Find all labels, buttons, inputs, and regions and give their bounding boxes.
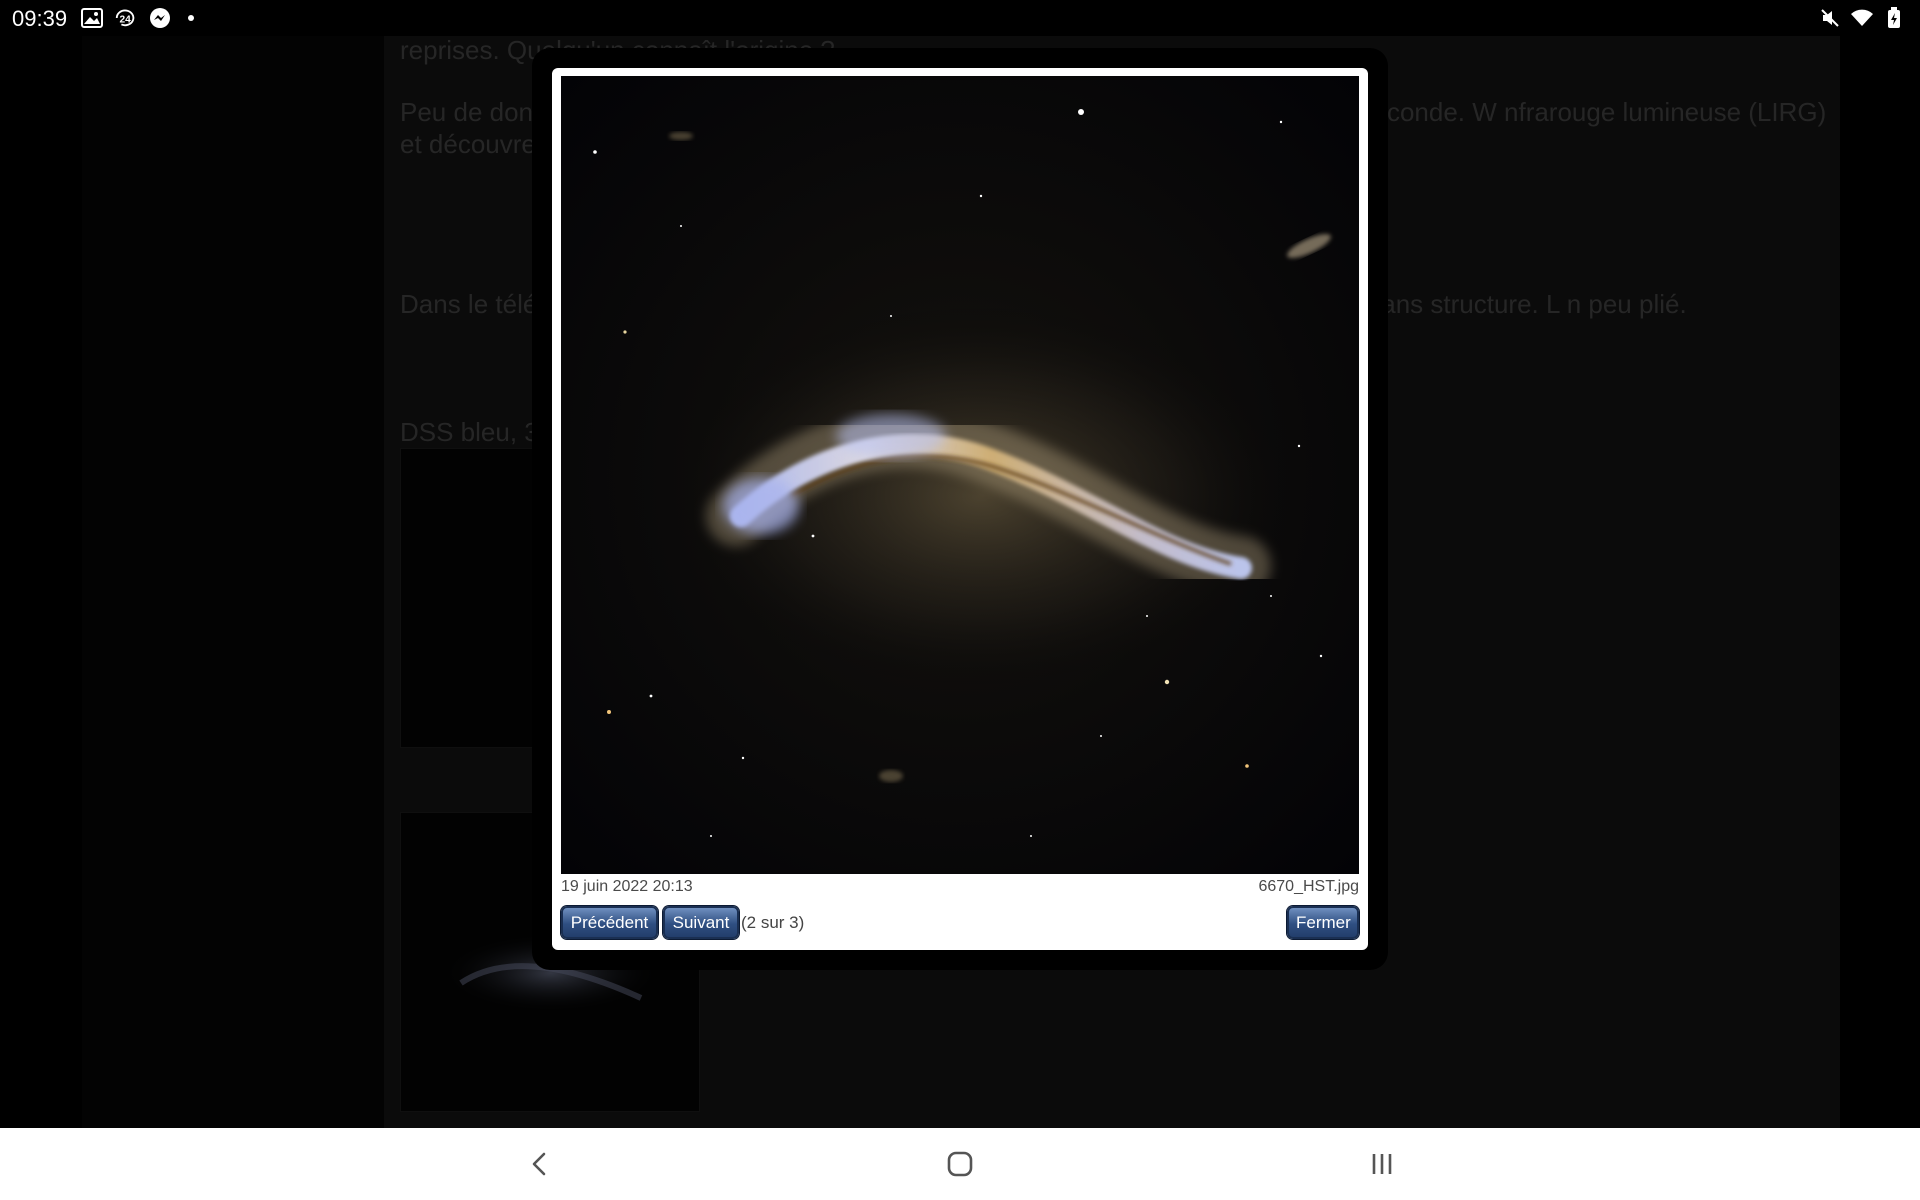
close-button[interactable]: Fermer bbox=[1287, 906, 1359, 939]
mute-icon bbox=[1818, 7, 1842, 29]
image-counter: (2 sur 3) bbox=[741, 913, 805, 932]
lightbox-date: 19 juin 2022 20:13 bbox=[561, 878, 693, 895]
lightbox-filename: 6670_HST.jpg bbox=[1258, 878, 1359, 895]
home-icon[interactable] bbox=[940, 1144, 980, 1184]
lightbox-image[interactable] bbox=[561, 76, 1359, 874]
image-icon bbox=[80, 7, 104, 29]
previous-button[interactable]: Précédent bbox=[561, 906, 658, 939]
battery-icon bbox=[1882, 7, 1906, 29]
navigation-bar bbox=[0, 1128, 1920, 1200]
wifi-icon bbox=[1850, 7, 1874, 29]
messenger-icon bbox=[148, 7, 172, 29]
recent-apps-icon[interactable] bbox=[1362, 1144, 1402, 1184]
next-button[interactable]: Suivant bbox=[663, 906, 739, 939]
status-bar: 09:39 24 bbox=[0, 0, 1920, 36]
notification-dot-icon bbox=[188, 15, 194, 21]
back-icon[interactable] bbox=[520, 1144, 560, 1184]
24h-icon-label: 24 bbox=[120, 15, 132, 26]
24h-icon: 24 bbox=[114, 7, 138, 29]
status-time: 09:39 bbox=[12, 6, 68, 31]
galaxy-image bbox=[561, 76, 1359, 874]
